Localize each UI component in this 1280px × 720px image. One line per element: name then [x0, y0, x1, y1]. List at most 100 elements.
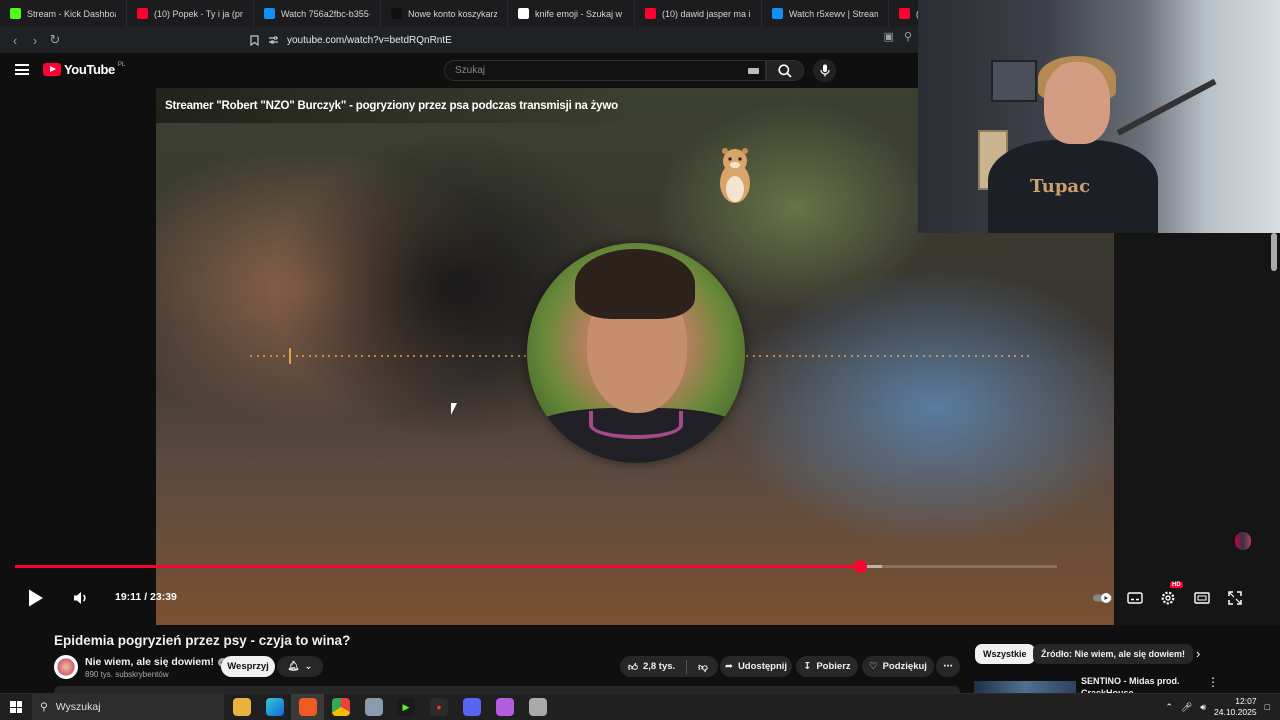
site-info-icon[interactable]	[268, 35, 279, 45]
download-icon: ↧	[803, 661, 812, 672]
youtube-play-icon	[43, 63, 61, 76]
page-scrollbar[interactable]	[1271, 233, 1277, 271]
channel-watermark[interactable]	[1235, 532, 1251, 550]
chevron-down-icon: ⌄	[304, 661, 313, 672]
app-icon[interactable]	[365, 698, 383, 716]
keyboard-icon[interactable]	[748, 68, 759, 74]
chip-source-channel[interactable]: Źródło: Nie wiem, ale się dowiem!	[1033, 644, 1194, 664]
progress-scrubber[interactable]	[853, 560, 867, 573]
chrome-icon[interactable]	[332, 698, 350, 716]
forward-icon[interactable]: ›	[25, 30, 45, 50]
settings-button[interactable]: HD	[1160, 582, 1183, 608]
youtube-logo[interactable]: YouTube PL	[43, 62, 125, 77]
play-icon	[29, 589, 43, 607]
tiktok-icon	[391, 8, 402, 19]
like-button[interactable]: 👍︎ 2,8 tys.	[628, 661, 675, 673]
thanks-button[interactable]: ♡ Podziękuj	[862, 656, 934, 677]
discord-icon[interactable]	[463, 698, 481, 716]
download-button[interactable]: ↧ Pobierz	[796, 656, 858, 677]
search-placeholder: Szukaj	[455, 65, 486, 76]
search-icon	[778, 63, 792, 78]
more-icon: ⋯	[943, 661, 953, 672]
thumbs-down-icon[interactable]: 👎︎	[698, 661, 708, 673]
voice-search-button[interactable]	[813, 59, 836, 82]
zoom-icon[interactable]: ⚲	[904, 30, 912, 43]
streamable-icon	[772, 8, 783, 19]
browser-tab[interactable]: Stream - Kick Dashboard	[0, 0, 127, 27]
address-bar[interactable]: youtube.com/watch?v=betdRQnRntE	[268, 30, 918, 50]
search-icon: ⚲	[40, 701, 48, 713]
autoplay-toggle[interactable]	[1092, 588, 1114, 608]
download-label: Pobierz	[816, 661, 851, 672]
youtube-icon	[137, 8, 148, 19]
browser-tab[interactable]: Watch r5xewv | Streamabl	[762, 0, 889, 27]
more-vert-icon[interactable]: ⋮	[1207, 675, 1219, 689]
channel-name[interactable]: Nie wiem, ale się dowiem!	[85, 656, 214, 668]
volume-icon	[74, 592, 86, 604]
browser-tab[interactable]: Watch 756a2fbc-b355-4ac	[254, 0, 381, 27]
theater-mode-button[interactable]	[1194, 588, 1210, 608]
speaker-tray-icon[interactable]: 🔊︎	[1200, 702, 1206, 713]
subtitles-button[interactable]	[1127, 588, 1143, 608]
video-title: Epidemia pogryzień przez psy - czyja to …	[54, 633, 351, 648]
browser-tab[interactable]: (10) dawid jasper ma inter	[635, 0, 762, 27]
edge-icon[interactable]	[266, 698, 284, 716]
google-icon	[518, 8, 529, 19]
youtube-icon	[899, 8, 910, 19]
url-text[interactable]: youtube.com/watch?v=betdRQnRntE	[287, 35, 452, 46]
fullscreen-button[interactable]	[1228, 588, 1242, 608]
like-dislike-group: 👍︎ 2,8 tys. 👎︎	[620, 656, 718, 677]
support-label: Wesprzyj	[227, 661, 269, 672]
notifications-button[interactable]: 🔔︎ ⌄	[277, 656, 323, 677]
clock[interactable]: 12:07 24.10.2025	[1214, 696, 1257, 718]
bell-icon: 🔔︎	[287, 661, 300, 672]
cast-icon[interactable]: ▣	[884, 30, 894, 43]
subtitles-icon	[1127, 592, 1143, 604]
taskbar-search[interactable]: ⚲ Wyszukaj	[32, 694, 224, 720]
thanks-label: Podziękuj	[882, 661, 927, 672]
browser-tab-title: (10) Popek - Ty i ja (prod. F	[154, 8, 243, 19]
progress-bar[interactable]	[15, 560, 1057, 573]
browser-tab-title: (10) dawid jasper ma inter	[662, 8, 751, 19]
recommended-thumbnail[interactable]	[974, 681, 1076, 693]
gear-icon	[1161, 591, 1175, 605]
chevron-right-icon[interactable]: ›	[1196, 646, 1200, 661]
notifications-tray-icon[interactable]: □	[1265, 702, 1270, 712]
browser-tab[interactable]: Nowe konto koszykarza p	[381, 0, 508, 27]
back-icon[interactable]: ‹	[5, 30, 25, 50]
app-icon-3[interactable]	[529, 698, 547, 716]
obs-icon[interactable]: ●	[430, 698, 448, 716]
windows-start-icon[interactable]	[10, 701, 22, 713]
brave-icon[interactable]	[299, 698, 317, 716]
microphone-tray-icon[interactable]: 🎤︎	[1181, 702, 1192, 713]
like-count: 2,8 tys.	[642, 661, 676, 672]
search-button[interactable]	[766, 60, 804, 81]
support-button[interactable]: Wesprzyj	[221, 656, 275, 677]
reload-icon[interactable]: ↻	[45, 30, 65, 50]
browser-toolbar: ‹ › ↻ youtube.com/watch?v=betdRQnRntE ▣ …	[0, 27, 918, 53]
streamable-icon	[264, 8, 275, 19]
streamer-webcam: Tupac	[918, 0, 1280, 233]
menu-icon[interactable]	[15, 64, 29, 75]
kick-app-icon[interactable]: ▶	[397, 698, 415, 716]
channel-name-row[interactable]: Nie wiem, ale się dowiem! ✓	[85, 656, 227, 668]
bookmark-icon[interactable]	[244, 30, 264, 50]
play-button[interactable]	[27, 588, 45, 608]
browser-tab-title: Stream - Kick Dashboard	[27, 8, 116, 19]
share-button[interactable]: ➦ Udostępnij	[720, 656, 792, 677]
volume-button[interactable]	[73, 588, 89, 608]
file-explorer-icon[interactable]	[233, 698, 251, 716]
youtube-icon	[645, 8, 656, 19]
more-actions-button[interactable]: ⋯	[936, 656, 960, 677]
chip-all[interactable]: Wszystkie	[975, 644, 1035, 664]
system-tray: ⌃ 🎤︎ 🔊︎ 12:07 24.10.2025 □	[1165, 694, 1280, 720]
description-box[interactable]	[54, 686, 960, 693]
browser-tab[interactable]: (10) Popek - Ty i ja (prod. F	[127, 0, 254, 27]
logo-text: YouTube	[64, 62, 115, 77]
search-input[interactable]: Szukaj	[444, 60, 766, 81]
browser-tab[interactable]: knife emoji - Szukaj w Goo	[508, 0, 635, 27]
mouse-cursor	[451, 403, 457, 415]
app-icon-2[interactable]	[496, 698, 514, 716]
channel-avatar[interactable]	[54, 655, 78, 679]
chevron-up-icon[interactable]: ⌃	[1165, 702, 1173, 713]
